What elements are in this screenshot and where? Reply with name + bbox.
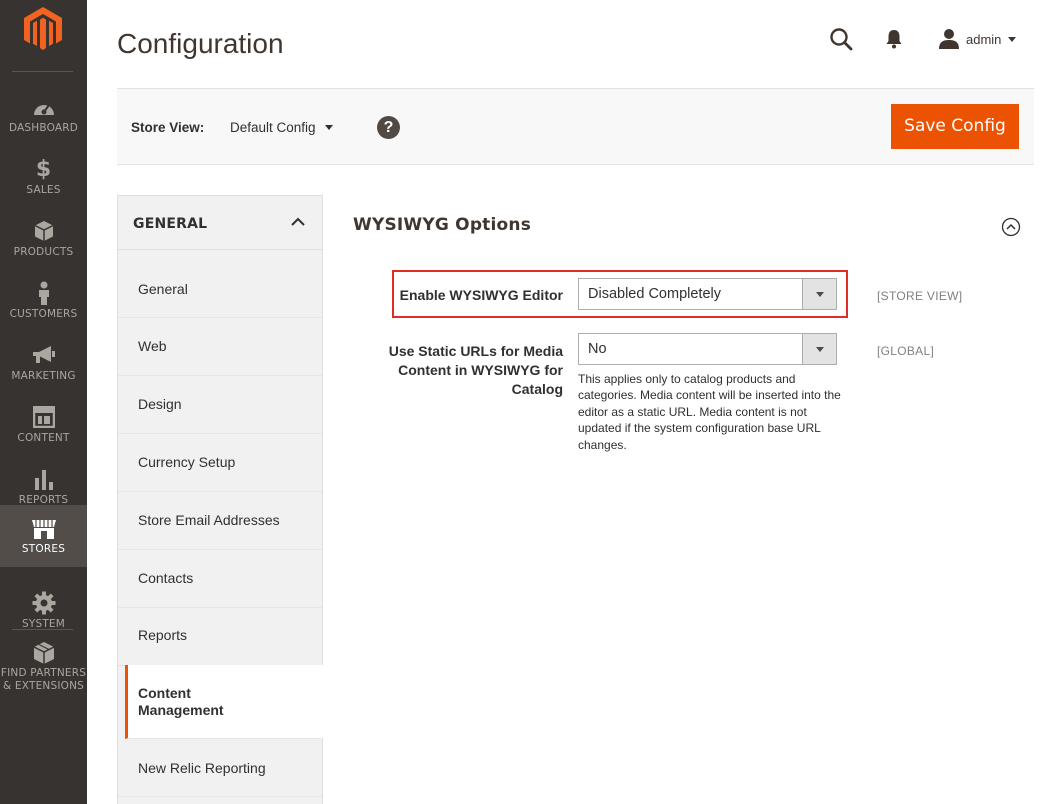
nav-label: DASHBOARD xyxy=(8,122,79,134)
nav-label: SALES xyxy=(26,184,61,196)
nav-marketing[interactable]: MARKETING xyxy=(0,329,87,391)
static-urls-select[interactable]: No xyxy=(578,333,837,365)
tab-label: Reports xyxy=(138,627,188,643)
storefront-icon xyxy=(0,517,87,541)
nav-sales[interactable]: $ SALES xyxy=(0,143,87,205)
tab-group-title: GENERAL xyxy=(133,216,208,232)
store-view-value: Default Config xyxy=(230,120,316,135)
help-icon[interactable]: ? xyxy=(377,116,400,139)
nav-label-line: & EXTENSIONS xyxy=(2,680,85,692)
dashboard-icon xyxy=(0,95,87,119)
select-value: Disabled Completely xyxy=(588,286,721,302)
box-icon xyxy=(0,219,87,243)
nav-label: CONTENT xyxy=(17,432,70,444)
tab-web[interactable]: Web xyxy=(118,318,322,376)
nav-dashboard[interactable]: DASHBOARD xyxy=(0,81,87,143)
tab-design[interactable]: Design xyxy=(118,376,322,434)
tab-label: Web xyxy=(138,338,167,354)
divider xyxy=(12,629,73,630)
tab-new-relic-reporting[interactable]: New Relic Reporting xyxy=(118,739,322,797)
admin-sidebar: DASHBOARD $ SALES PRODUCTS CUSTOMERS MAR… xyxy=(0,0,87,804)
scope-label: [STORE VIEW] xyxy=(877,289,963,303)
tab-content-management[interactable]: Content Management xyxy=(125,665,323,739)
store-view-bar: Store View: Default Config ? Save Config xyxy=(117,88,1034,165)
divider xyxy=(12,71,73,72)
field-label-static-urls: Use Static URLs for Media Content in WYS… xyxy=(363,342,563,399)
user-icon xyxy=(939,29,959,49)
tab-general[interactable]: General xyxy=(118,260,322,318)
tab-reports[interactable]: Reports xyxy=(118,608,322,666)
label-line: Content in WYSIWYG for xyxy=(398,362,563,378)
nav-customers[interactable]: CUSTOMERS xyxy=(0,267,87,329)
nav-label-line: FIND PARTNERS xyxy=(0,667,87,679)
tab-label-line: Content xyxy=(138,685,191,701)
scope-label: [GLOBAL] xyxy=(877,344,935,358)
page-title: Configuration xyxy=(117,28,284,59)
chevron-down-icon xyxy=(1008,36,1017,42)
store-view-label: Store View: xyxy=(131,120,205,135)
section-title[interactable]: WYSIWYG Options xyxy=(353,215,531,235)
tab-label: Design xyxy=(138,396,182,412)
nav-label: FIND PARTNERS & EXTENSIONS xyxy=(0,667,87,693)
tab-contacts[interactable]: Contacts xyxy=(118,550,322,608)
label-line: Catalog xyxy=(511,381,563,397)
tab-label-line: Management xyxy=(138,702,224,718)
tab-label: Content Management xyxy=(138,685,224,719)
chevron-down-icon xyxy=(802,279,836,309)
tab-currency-setup[interactable]: Currency Setup xyxy=(118,434,322,492)
nav-label: STORES xyxy=(21,543,66,555)
chevron-down-icon xyxy=(324,125,333,130)
save-config-button[interactable]: Save Config xyxy=(891,104,1019,149)
nav-find-partners[interactable]: FIND PARTNERS & EXTENSIONS xyxy=(0,639,87,703)
label-line: Use Static URLs for Media xyxy=(388,343,563,359)
nav-products[interactable]: PRODUCTS xyxy=(0,205,87,267)
tab-label: General xyxy=(138,281,188,297)
admin-username: admin xyxy=(966,31,1002,47)
nav-label: CUSTOMERS xyxy=(9,308,78,320)
store-view-switcher[interactable]: Default Config xyxy=(230,120,333,135)
person-icon xyxy=(0,281,87,305)
search-icon[interactable] xyxy=(829,27,853,51)
extensions-icon xyxy=(0,641,87,665)
nav-stores[interactable]: STORES xyxy=(0,505,87,567)
tab-label: Contacts xyxy=(138,570,194,586)
nav-label: PRODUCTS xyxy=(13,246,74,258)
chevron-down-icon xyxy=(802,334,836,364)
nav-content[interactable]: CONTENT xyxy=(0,391,87,453)
dollar-icon: $ xyxy=(35,156,52,182)
admin-user-menu[interactable]: admin xyxy=(938,27,1017,51)
select-value: No xyxy=(588,341,607,357)
magento-logo-icon[interactable] xyxy=(22,7,64,51)
tab-label: Currency Setup xyxy=(138,454,236,470)
notifications-bell-icon[interactable] xyxy=(883,28,905,50)
tab-group-general[interactable]: GENERAL xyxy=(118,196,322,250)
chevron-up-icon xyxy=(291,217,305,226)
layout-icon xyxy=(0,405,87,429)
bar-chart-icon xyxy=(0,467,87,491)
enable-wysiwyg-select[interactable]: Disabled Completely xyxy=(578,278,837,310)
megaphone-icon xyxy=(0,343,87,367)
tab-label: New Relic Reporting xyxy=(138,760,266,776)
field-label-enable-wysiwyg: Enable WYSIWYG Editor xyxy=(399,287,563,303)
gear-icon xyxy=(0,591,87,615)
config-tabs: GENERAL General Web Design Currency Setu… xyxy=(117,195,323,804)
tab-label: Store Email Addresses xyxy=(138,512,280,528)
collapse-toggle-icon[interactable] xyxy=(1001,217,1021,237)
nav-label: MARKETING xyxy=(11,370,76,382)
field-note: This applies only to catalog products an… xyxy=(578,372,841,452)
tab-store-email-addresses[interactable]: Store Email Addresses xyxy=(118,492,322,550)
